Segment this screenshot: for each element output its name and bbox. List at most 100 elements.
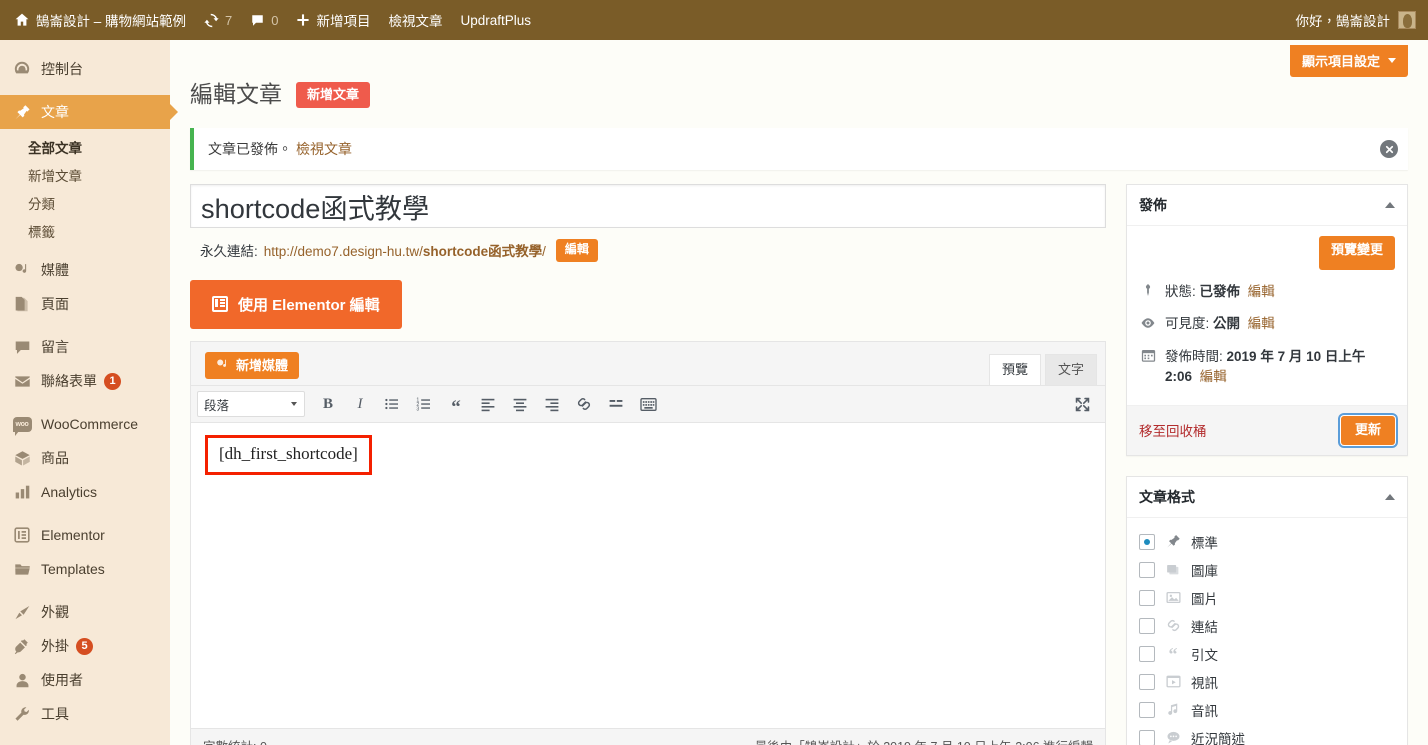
update-button[interactable]: 更新	[1340, 416, 1395, 445]
adminbar-updates[interactable]: 7	[195, 0, 241, 40]
paragraph-format-select[interactable]: 段落	[197, 391, 305, 418]
post-format-label: 近況簡述	[1191, 731, 1245, 745]
post-format-metabox-header[interactable]: 文章格式	[1127, 477, 1407, 518]
woo-icon: woo	[12, 414, 32, 436]
edit-published-link[interactable]: 編輯	[1200, 369, 1227, 384]
sidebar-item-posts[interactable]: 文章	[0, 95, 178, 129]
publish-metabox-title: 發佈	[1139, 197, 1167, 213]
radio-audio[interactable]	[1139, 701, 1155, 718]
sidebar-item-media[interactable]: 媒體	[0, 253, 170, 287]
link-icon	[1164, 617, 1182, 635]
sidebar-item-tools[interactable]: 工具	[0, 697, 170, 731]
sidebar-item-label: 商品	[41, 450, 69, 466]
bulleted-list-icon[interactable]	[377, 390, 407, 418]
post-title-input[interactable]	[190, 184, 1106, 228]
align-left-icon[interactable]	[473, 390, 503, 418]
fullscreen-icon[interactable]	[1067, 390, 1097, 418]
sidebar-subitem-tags[interactable]: 標籤	[0, 217, 170, 245]
editor-content-area[interactable]: [dh_first_shortcode]	[191, 423, 1105, 729]
edit-permalink-button[interactable]: 編輯	[555, 239, 598, 262]
post-status-label: 狀態:	[1165, 284, 1196, 299]
sidebar-item-label: WooCommerce	[41, 416, 138, 432]
permalink-link[interactable]: http://demo7.design-hu.tw/shortcode函式教學/	[264, 240, 546, 260]
permalink-slug: shortcode函式教學	[422, 244, 543, 260]
adminbar-new-content[interactable]: 新增項目	[287, 0, 379, 40]
blockquote-icon[interactable]: “	[441, 390, 471, 418]
align-right-icon[interactable]	[537, 390, 567, 418]
sidebar-item-pages[interactable]: 頁面	[0, 287, 170, 321]
sidebar-item-templates[interactable]: Templates	[0, 552, 170, 586]
numbered-list-icon[interactable]: 1 2 3	[409, 390, 439, 418]
post-format-option-quote[interactable]: “ 引文	[1139, 640, 1395, 668]
post-format-option-link[interactable]: 連結	[1139, 612, 1395, 640]
add-media-button[interactable]: 新增媒體	[205, 351, 300, 380]
screen-meta-links-row: 顯示項目設定	[170, 40, 1428, 77]
radio-status[interactable]	[1139, 729, 1155, 745]
sidebar-subitem-all-posts[interactable]: 全部文章	[0, 133, 170, 161]
edit-with-elementor-button[interactable]: 使用 Elementor 編輯	[190, 279, 402, 329]
permalink-row: 永久連結: http://demo7.design-hu.tw/shortcod…	[190, 228, 1106, 262]
radio-video[interactable]	[1139, 673, 1155, 690]
sidebar-item-comments[interactable]: 留言	[0, 330, 170, 364]
align-center-icon[interactable]	[505, 390, 535, 418]
screen-options-button[interactable]: 顯示項目設定	[1289, 45, 1408, 77]
sidebar-item-elementor[interactable]: Elementor	[0, 518, 170, 552]
sidebar-item-analytics[interactable]: Analytics	[0, 475, 170, 509]
plus-icon	[296, 13, 310, 27]
adminbar-site-name[interactable]: 鵠崙設計 – 購物網站範例	[0, 0, 195, 40]
add-new-post-button[interactable]: 新增文章	[296, 82, 371, 108]
sidebar-item-dashboard[interactable]: 控制台	[0, 52, 170, 86]
read-more-icon[interactable]	[601, 390, 631, 418]
radio-gallery[interactable]	[1139, 561, 1155, 578]
notice-view-post-link[interactable]: 檢視文章	[296, 139, 352, 159]
adminbar-my-account[interactable]: 你好，鵠崙設計	[1296, 10, 1428, 30]
chevron-down-icon	[1388, 58, 1396, 63]
post-format-metabox-body: 標準 圖庫 圖片 連結 “ 引文 視訊 音訊 近況簡述	[1127, 518, 1407, 745]
sidebar-item-woocommerce[interactable]: woo WooCommerce	[0, 407, 170, 441]
post-format-option-gallery[interactable]: 圖庫	[1139, 556, 1395, 584]
sidebar-item-label: 聯絡表單	[41, 373, 97, 389]
tab-text[interactable]: 文字	[1044, 353, 1097, 386]
sidebar-submenu-posts: 全部文章 新增文章 分類 標籤	[0, 129, 170, 253]
adminbar-comments[interactable]: 0	[241, 0, 287, 40]
chevron-up-icon[interactable]	[1385, 202, 1395, 208]
post-format-option-standard[interactable]: 標準	[1139, 528, 1395, 556]
link-icon[interactable]	[569, 390, 599, 418]
chevron-up-icon[interactable]	[1385, 493, 1395, 500]
page-title: 編輯文章	[190, 81, 282, 108]
user-icon	[12, 670, 32, 690]
sidebar-item-users[interactable]: 使用者	[0, 663, 170, 697]
radio-image[interactable]	[1139, 589, 1155, 606]
preview-changes-button[interactable]: 預覽變更	[1318, 236, 1395, 270]
adminbar-updates-count: 7	[225, 12, 233, 28]
sidebar-item-products[interactable]: 商品	[0, 441, 170, 475]
sidebar-item-contact-form[interactable]: 聯絡表單 1	[0, 364, 170, 398]
edit-status-link[interactable]: 編輯	[1248, 284, 1275, 299]
edit-visibility-link[interactable]: 編輯	[1248, 316, 1275, 331]
sidebar-item-label: 媒體	[41, 262, 69, 278]
radio-quote[interactable]	[1139, 645, 1155, 662]
video-icon	[1164, 673, 1182, 691]
sidebar-separator	[0, 509, 170, 518]
radio-standard[interactable]	[1139, 533, 1155, 550]
post-format-option-audio[interactable]: 音訊	[1139, 696, 1395, 724]
bold-icon[interactable]: B	[313, 390, 343, 418]
sidebar-subitem-add-new[interactable]: 新增文章	[0, 161, 170, 189]
post-format-option-status[interactable]: 近況簡述	[1139, 724, 1395, 745]
pin-icon	[12, 102, 32, 122]
italic-icon[interactable]: I	[345, 390, 375, 418]
radio-link[interactable]	[1139, 617, 1155, 634]
move-to-trash-link[interactable]: 移至回收桶	[1139, 420, 1207, 440]
sidebar-item-appearance[interactable]: 外觀	[0, 595, 170, 629]
close-icon[interactable]	[1380, 140, 1398, 158]
post-format-option-image[interactable]: 圖片	[1139, 584, 1395, 612]
adminbar-updraftplus[interactable]: UpdraftPlus	[451, 0, 540, 40]
adminbar-view-post[interactable]: 檢視文章	[379, 0, 451, 40]
post-format-option-video[interactable]: 視訊	[1139, 668, 1395, 696]
sidebar-item-plugins[interactable]: 外掛 5	[0, 629, 170, 663]
publish-metabox-header[interactable]: 發佈	[1127, 185, 1407, 226]
toolbar-toggle-icon[interactable]	[633, 390, 663, 418]
post-format-label: 圖片	[1191, 591, 1218, 607]
sidebar-subitem-categories[interactable]: 分類	[0, 189, 170, 217]
tab-visual[interactable]: 預覽	[988, 353, 1041, 386]
